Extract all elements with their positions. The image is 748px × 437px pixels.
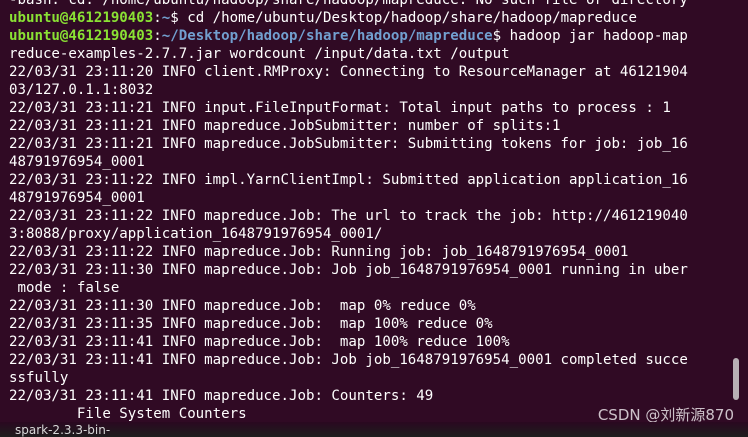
output-line: 48791976954_0001: [9, 190, 145, 206]
file-label[interactable]: spark-2.3.3-bin-: [15, 423, 110, 437]
bottom-panel: spark-2.3.3-bin-: [0, 422, 748, 437]
prompt-line: ubuntu@4612190403:~/Desktop/hadoop/share…: [9, 27, 733, 45]
output-line: 48791976954_0001: [9, 154, 145, 170]
output-line: 22/03/31 23:11:30 INFO mapreduce.Job: ma…: [9, 298, 476, 314]
terminal-window[interactable]: -bash: cd: /home/ubuntu/hadoop/share/had…: [0, 0, 748, 437]
prompt-user: ubuntu@4612190403: [9, 28, 154, 44]
output-line: 03/127.0.1.1:8032: [9, 82, 154, 98]
output-line: 22/03/31 23:11:41 INFO mapreduce.Job: Co…: [9, 388, 434, 404]
prompt-path: ~: [161, 10, 171, 26]
output-line: 22/03/31 23:11:30 INFO mapreduce.Job: Jo…: [9, 262, 688, 278]
output-line: 22/03/31 23:11:21 INFO input.FileInputFo…: [9, 100, 671, 116]
terminal-output[interactable]: -bash: cd: /home/ubuntu/hadoop/share/had…: [9, 0, 733, 423]
command-text: $ hadoop jar hadoop-map: [492, 28, 688, 44]
output-line: 22/03/31 23:11:22 INFO mapreduce.Job: Th…: [9, 208, 688, 224]
output-line: reduce-examples-2.7.7.jar wordcount /inp…: [9, 46, 510, 62]
output-line: 22/03/31 23:11:20 INFO client.RMProxy: C…: [9, 64, 688, 80]
output-line: 22/03/31 23:11:35 INFO mapreduce.Job: ma…: [9, 316, 493, 332]
output-line: mode : false: [9, 280, 120, 296]
output-line: ssfully: [9, 370, 69, 386]
command-text: $ cd /home/ubuntu/Desktop/hadoop/share/h…: [170, 10, 637, 26]
prompt-separator: :: [153, 10, 162, 26]
output-line: 22/03/31 23:11:41 INFO mapreduce.Job: ma…: [9, 334, 510, 350]
output-line: -bash: cd: /home/ubuntu/hadoop/share/had…: [9, 0, 688, 8]
prompt-user: ubuntu@4612190403: [9, 10, 154, 26]
scrollbar-thumb[interactable]: [733, 358, 739, 400]
prompt-path: ~/Desktop/hadoop/share/hadoop/mapreduce: [161, 28, 493, 44]
output-line: 22/03/31 23:11:22 INFO mapreduce.Job: Ru…: [9, 244, 629, 260]
output-line: 22/03/31 23:11:41 INFO mapreduce.Job: Jo…: [9, 352, 688, 368]
output-line: 22/03/31 23:11:21 INFO mapreduce.JobSubm…: [9, 118, 561, 134]
output-line: 22/03/31 23:11:22 INFO impl.YarnClientIm…: [9, 172, 688, 188]
prompt-line: ubuntu@4612190403:~$ cd /home/ubuntu/Des…: [9, 9, 733, 27]
output-line: 3:8088/proxy/application_1648791976954_0…: [9, 226, 383, 242]
prompt-separator: :: [153, 28, 162, 44]
output-line: 22/03/31 23:11:21 INFO mapreduce.JobSubm…: [9, 136, 688, 152]
